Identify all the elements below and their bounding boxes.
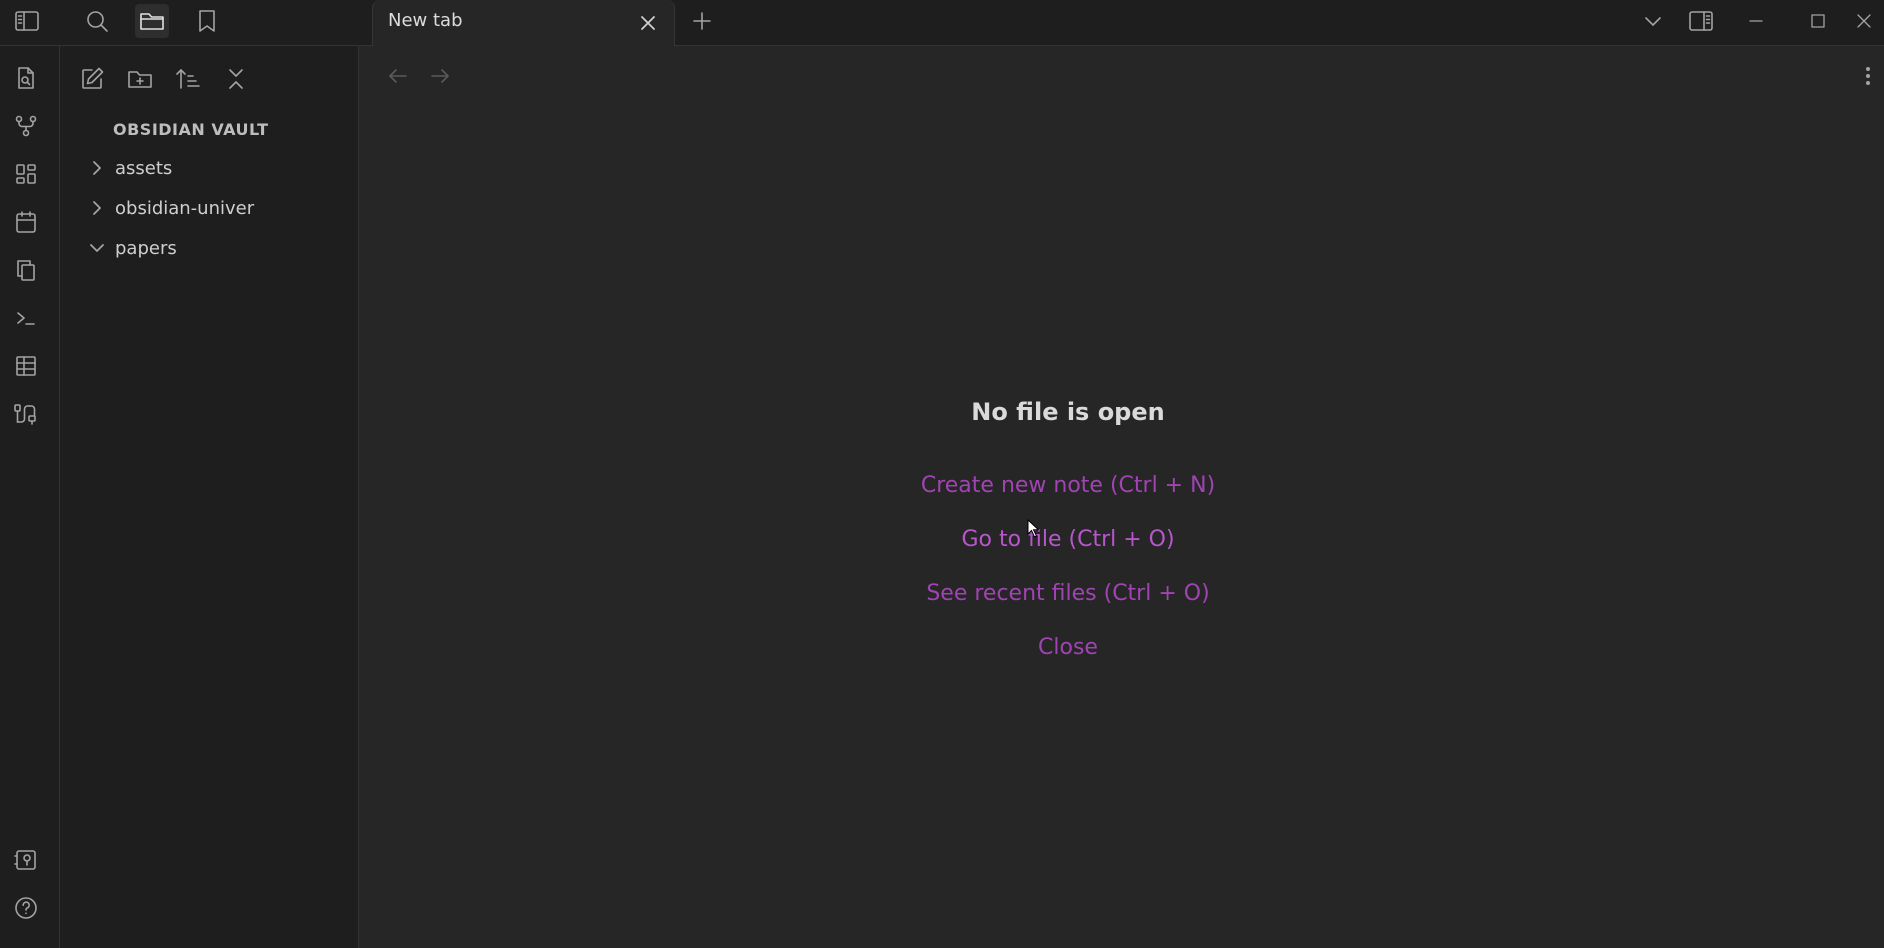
new-tab-button[interactable]	[685, 4, 719, 38]
navigate-forward-button[interactable]	[426, 62, 454, 90]
folder-label: assets	[115, 157, 173, 179]
terminal-icon	[14, 306, 38, 330]
vault-name[interactable]: OBSIDIAN VAULT	[113, 120, 269, 139]
chevron-down-icon	[86, 237, 108, 259]
folder-icon	[139, 10, 165, 32]
quick-switcher-button[interactable]	[10, 62, 42, 94]
navigate-back-button[interactable]	[384, 62, 412, 90]
tab-new-tab[interactable]: New tab	[372, 0, 675, 47]
maximize-button[interactable]	[1801, 4, 1835, 38]
vault-icon	[14, 848, 38, 872]
chevrons-collapse-icon	[225, 67, 247, 91]
layout-dashboard-icon	[14, 162, 38, 186]
go-to-file-link[interactable]: Go to file (Ctrl + O)	[360, 527, 1776, 552]
tab-close-button[interactable]	[635, 10, 661, 36]
more-options-button[interactable]	[1858, 62, 1878, 90]
ribbon	[0, 46, 60, 948]
folder-item-obsidian-univer[interactable]: obsidian-univer	[84, 191, 346, 225]
tab-list-button[interactable]	[1636, 4, 1670, 38]
create-new-note-link[interactable]: Create new note (Ctrl + N)	[360, 473, 1776, 498]
see-recent-files-label: See recent files (Ctrl + O)	[926, 581, 1210, 606]
mouse-cursor-icon	[1027, 519, 1041, 539]
daily-note-button[interactable]	[10, 206, 42, 238]
command-palette-button[interactable]	[10, 302, 42, 334]
sort-ascending-icon	[175, 67, 201, 91]
create-new-note-label: Create new note (Ctrl + N)	[920, 473, 1216, 498]
help-icon	[14, 896, 38, 920]
templates-button[interactable]	[10, 254, 42, 286]
folder-label: obsidian-univer	[115, 197, 255, 219]
file-search-icon	[14, 66, 38, 90]
maximize-icon	[1810, 13, 1826, 29]
chevron-right-icon	[86, 197, 108, 219]
cable-icon	[13, 402, 39, 426]
more-vertical-icon	[1865, 65, 1871, 87]
search-button[interactable]	[80, 4, 114, 38]
folder-plus-icon	[127, 67, 153, 91]
tab-title: New tab	[388, 10, 463, 31]
toggle-right-sidebar-button[interactable]	[1684, 4, 1718, 38]
files-button[interactable]	[135, 4, 169, 38]
bookmark-icon	[197, 9, 217, 33]
arrow-left-icon	[387, 67, 409, 85]
help-button[interactable]	[10, 892, 42, 924]
table-button[interactable]	[10, 350, 42, 382]
table-icon	[14, 354, 38, 378]
folder-label: papers	[115, 237, 177, 259]
calendar-icon	[14, 210, 38, 234]
toggle-left-sidebar-button[interactable]	[10, 4, 44, 38]
close-icon	[640, 15, 656, 31]
minimize-icon	[1748, 13, 1764, 29]
title-bar: New tab	[0, 0, 1884, 47]
see-recent-files-link[interactable]: See recent files (Ctrl + O)	[360, 581, 1776, 606]
sidebar-toggle-icon	[14, 10, 40, 32]
folder-item-assets[interactable]: assets	[84, 151, 346, 185]
search-icon	[85, 9, 109, 33]
new-note-button[interactable]	[75, 62, 109, 96]
open-vault-button[interactable]	[10, 844, 42, 876]
go-to-file-label: Go to file (Ctrl + O)	[961, 527, 1175, 552]
bookmarks-button[interactable]	[190, 4, 224, 38]
file-explorer: OBSIDIAN VAULT assets obsidian-univer pa…	[60, 46, 359, 948]
copy-icon	[14, 258, 38, 282]
close-icon	[1856, 13, 1872, 29]
sort-button[interactable]	[171, 62, 205, 96]
minimize-button[interactable]	[1739, 4, 1773, 38]
right-sidebar-icon	[1688, 10, 1714, 32]
chevron-right-icon	[86, 157, 108, 179]
close-link[interactable]: Close	[360, 635, 1776, 660]
canvas-button[interactable]	[10, 158, 42, 190]
new-folder-button[interactable]	[123, 62, 157, 96]
plugin-button[interactable]	[10, 398, 42, 430]
close-window-button[interactable]	[1856, 4, 1884, 38]
collapse-all-button[interactable]	[219, 62, 253, 96]
folder-item-papers[interactable]: papers	[84, 231, 346, 265]
empty-state-title: No file is open	[971, 398, 1165, 426]
close-label: Close	[1038, 635, 1098, 660]
plus-icon	[692, 11, 712, 31]
arrow-right-icon	[429, 67, 451, 85]
chevron-down-icon	[1644, 15, 1662, 27]
graph-view-button[interactable]	[10, 110, 42, 142]
graph-icon	[14, 114, 38, 138]
main-pane: No file is open Create new note (Ctrl + …	[360, 46, 1884, 948]
edit-icon	[79, 66, 105, 92]
